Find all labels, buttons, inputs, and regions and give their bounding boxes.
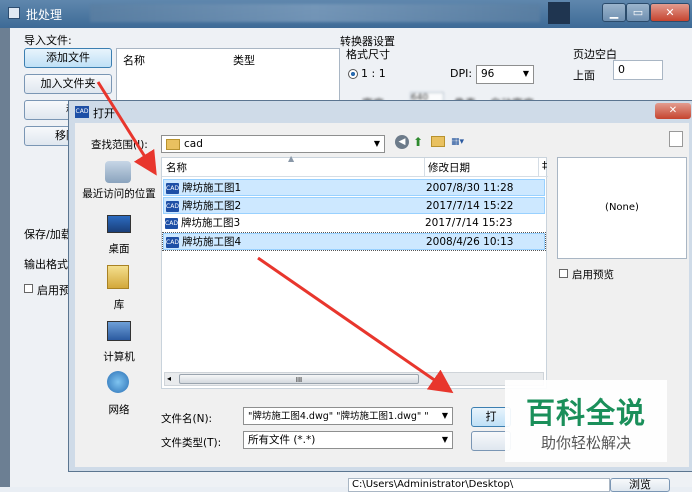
red-arrow-2 xyxy=(257,256,454,394)
annotation-arrows xyxy=(96,81,454,394)
red-arrow-1 xyxy=(96,81,157,176)
